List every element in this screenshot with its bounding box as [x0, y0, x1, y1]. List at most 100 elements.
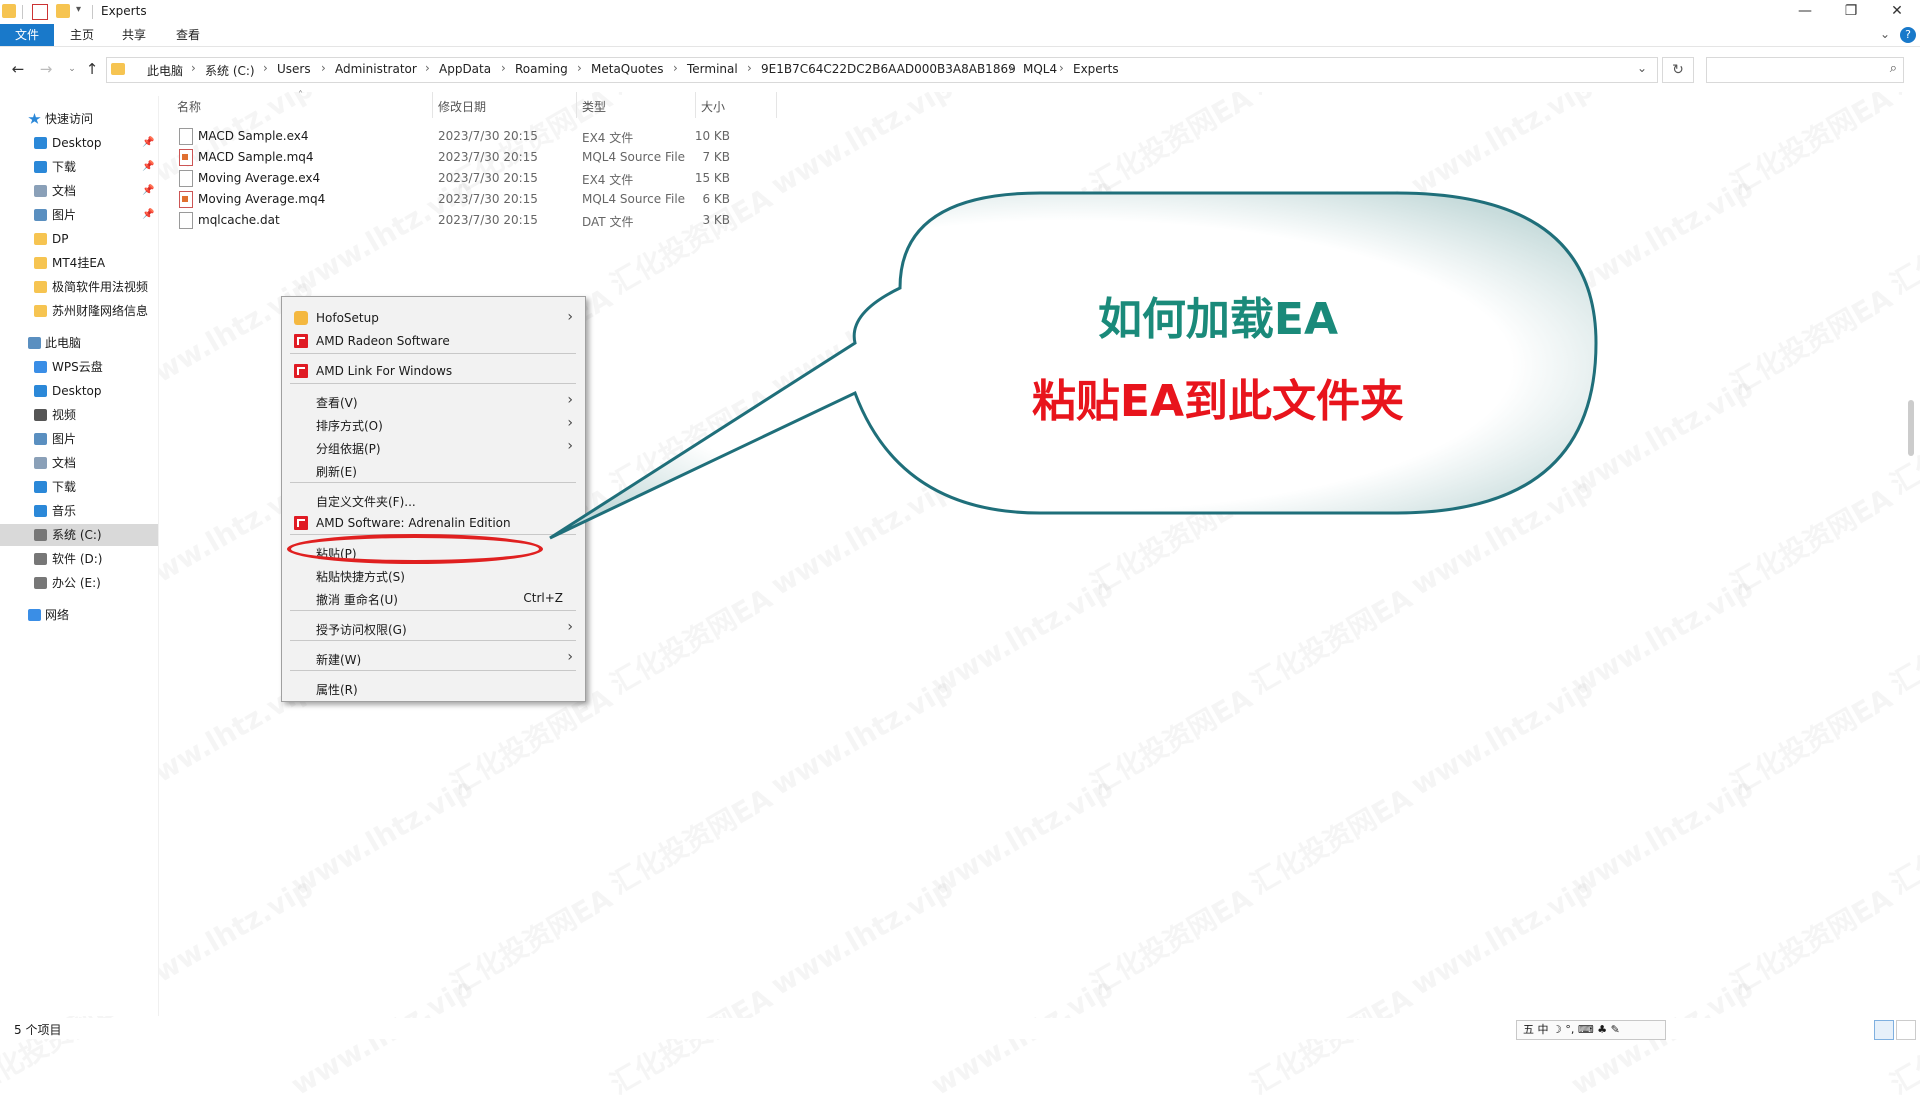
file-row[interactable]: MACD Sample.mq4 2023/7/30 20:15 MQL4 Sourc… [176, 147, 776, 167]
nav-item[interactable]: 图片 📌 [0, 204, 158, 226]
nav-this-pc[interactable]: 此电脑 [0, 332, 158, 354]
breadcrumb-item[interactable]: MQL4 [1023, 62, 1057, 76]
menu-item[interactable]: 撤消 重命名(U) Ctrl+Z [282, 587, 585, 609]
breadcrumb-separator[interactable]: › [1009, 61, 1014, 75]
menu-item[interactable]: 属性(R) [282, 677, 585, 699]
nav-item[interactable]: 系统 (C:) [0, 524, 158, 546]
nav-item[interactable]: 苏州财隆网络信息 [0, 300, 158, 322]
nav-item[interactable]: 文档 [0, 452, 158, 474]
file-row[interactable]: Moving Average.ex4 2023/7/30 20:15 EX4 文件 1… [176, 168, 776, 188]
column-divider[interactable] [776, 92, 777, 118]
maximize-button[interactable]: ❐ [1828, 0, 1874, 24]
menu-item[interactable]: 刷新(E) [282, 459, 585, 481]
nav-item[interactable]: MT4挂EA [0, 252, 158, 274]
menu-item[interactable]: 自定义文件夹(F)... [282, 489, 585, 511]
scrollbar-thumb[interactable] [1908, 400, 1914, 456]
nav-item[interactable]: Desktop [0, 380, 158, 402]
up-arrow-icon[interactable]: ↑ [82, 59, 102, 79]
column-header-name[interactable]: 名称 [177, 98, 201, 115]
nav-item[interactable]: Desktop 📌 [0, 132, 158, 154]
breadcrumb-separator[interactable]: › [747, 61, 752, 75]
refresh-button[interactable]: ↻ [1662, 57, 1694, 83]
minimize-button[interactable]: — [1782, 0, 1828, 24]
customize-quick-access-icon[interactable]: ▾ [76, 4, 81, 15]
menu-item[interactable]: AMD Link For Windows [282, 360, 585, 382]
search-input[interactable]: ⌕ [1706, 57, 1904, 83]
nav-network[interactable]: 网络 [0, 604, 158, 626]
file-row[interactable]: mqlcache.dat 2023/7/30 20:15 DAT 文件 3 KB [176, 210, 776, 230]
address-dropdown-icon[interactable]: ⌄ [1637, 61, 1647, 75]
file-row[interactable]: MACD Sample.ex4 2023/7/30 20:15 EX4 文件 10 K… [176, 126, 776, 146]
forward-arrow-icon[interactable]: → [36, 59, 56, 79]
breadcrumb-item[interactable]: MetaQuotes [591, 62, 664, 76]
breadcrumb-item[interactable]: Experts [1073, 62, 1119, 76]
new-folder-icon[interactable] [56, 4, 70, 18]
chevron-right-icon: › [567, 392, 573, 408]
column-header-modified[interactable]: 修改日期 [438, 98, 486, 115]
column-divider[interactable] [432, 92, 433, 118]
breadcrumb-item[interactable]: Roaming [515, 62, 568, 76]
file-size: 6 KB [702, 192, 730, 206]
nav-item[interactable]: 极简软件用法视频 [0, 276, 158, 298]
watermark-text: www.lhtz.vip [285, 771, 479, 902]
column-divider[interactable] [576, 92, 577, 118]
breadcrumb-separator[interactable]: › [425, 61, 430, 75]
watermark-text: 汇化投资网EA [1884, 381, 1920, 501]
tab-view[interactable]: 查看 [168, 24, 208, 46]
breadcrumb-item[interactable]: 系统 (C:) [205, 62, 255, 79]
nav-item[interactable]: 视频 [0, 404, 158, 426]
menu-item[interactable]: 新建(W) › [282, 647, 585, 669]
document-icon [34, 457, 47, 469]
address-bar[interactable]: 此电脑 › 系统 (C:) › Users › Administrator › AppData ›… [106, 57, 1658, 83]
breadcrumb-item[interactable]: Administrator [335, 62, 417, 76]
tab-file[interactable]: 文件 [0, 24, 54, 46]
column-header-size[interactable]: 大小 [701, 98, 725, 115]
breadcrumb-separator[interactable]: › [191, 61, 196, 75]
breadcrumb-separator[interactable]: › [1059, 61, 1064, 75]
nav-item[interactable]: 软件 (D:) [0, 548, 158, 570]
close-button[interactable]: ✕ [1874, 0, 1920, 24]
nav-item[interactable]: DP [0, 228, 158, 250]
menu-item[interactable]: HofoSetup › [282, 307, 585, 329]
nav-item[interactable]: WPS云盘 [0, 356, 158, 378]
breadcrumb-separator[interactable]: › [263, 61, 268, 75]
column-divider[interactable] [695, 92, 696, 118]
menu-item[interactable]: 授予访问权限(G) › [282, 617, 585, 639]
ime-toolbar[interactable]: 五 中 ☽ °, ⌨ ♣ ✎ [1516, 1020, 1666, 1040]
title-bar: ▾ Experts — ❐ ✕ [0, 0, 1920, 24]
menu-item[interactable]: 排序方式(O) › [282, 413, 585, 435]
nav-item[interactable]: 文档 📌 [0, 180, 158, 202]
breadcrumb-item[interactable]: 9E1B7C64C22DC2B6AAD000B3A8AB1869 [761, 62, 1016, 76]
menu-item[interactable]: AMD Radeon Software [282, 330, 585, 352]
breadcrumb-item[interactable]: AppData [439, 62, 491, 76]
column-header-type[interactable]: 类型 [582, 98, 606, 115]
nav-quick-access[interactable]: 快速访问 [0, 108, 158, 130]
breadcrumb-separator[interactable]: › [577, 61, 582, 75]
menu-item[interactable]: 粘贴快捷方式(S) [282, 564, 585, 586]
tab-home[interactable]: 主页 [62, 24, 102, 46]
nav-item[interactable]: 办公 (E:) [0, 572, 158, 594]
menu-item[interactable]: AMD Software: Adrenalin Edition [282, 512, 585, 534]
back-arrow-icon[interactable]: ← [8, 59, 28, 79]
details-view-icon[interactable] [1874, 1020, 1894, 1040]
file-row[interactable]: Moving Average.mq4 2023/7/30 20:15 MQL4 So… [176, 189, 776, 209]
large-icons-view-icon[interactable] [1896, 1020, 1916, 1040]
nav-item[interactable]: 下载 📌 [0, 156, 158, 178]
breadcrumb-separator[interactable]: › [321, 61, 326, 75]
recent-locations-icon[interactable]: ⌄ [62, 59, 82, 79]
breadcrumb-item[interactable]: Terminal [687, 62, 738, 76]
help-icon[interactable]: ? [1900, 27, 1916, 43]
breadcrumb-separator[interactable]: › [501, 61, 506, 75]
breadcrumb-item[interactable]: Users [277, 62, 311, 76]
breadcrumb-separator[interactable]: › [673, 61, 678, 75]
menu-item[interactable]: 查看(V) › [282, 390, 585, 412]
breadcrumb-item[interactable]: 此电脑 [147, 62, 183, 79]
nav-item[interactable]: 图片 [0, 428, 158, 450]
chevron-right-icon: › [567, 619, 573, 635]
nav-item[interactable]: 音乐 [0, 500, 158, 522]
expand-ribbon-icon[interactable]: ⌄ [1880, 27, 1890, 41]
menu-item[interactable]: 分组依据(P) › [282, 436, 585, 458]
tab-share[interactable]: 共享 [114, 24, 154, 46]
nav-item[interactable]: 下载 [0, 476, 158, 498]
properties-icon[interactable] [32, 4, 48, 20]
